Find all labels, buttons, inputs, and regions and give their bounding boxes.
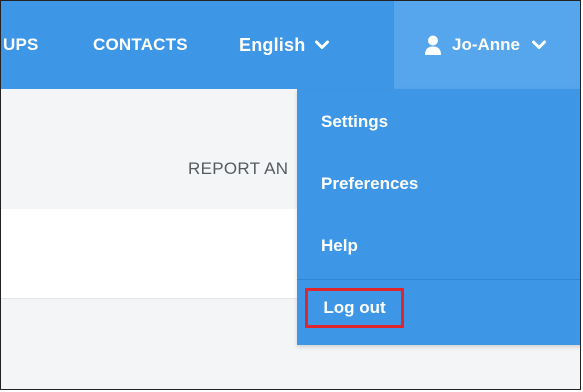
language-selector[interactable]: English bbox=[239, 1, 330, 89]
report-heading: REPORT AN bbox=[188, 159, 289, 178]
menu-divider bbox=[297, 279, 580, 280]
user-menu-toggle[interactable]: Jo-Anne bbox=[394, 1, 580, 89]
nav-contacts-label: CONTACTS bbox=[93, 35, 188, 54]
nav-groups-label: UPS bbox=[3, 35, 39, 54]
menu-item-logout[interactable]: Log out bbox=[305, 288, 404, 328]
app-window: UPS CONTACTS English Jo-Anne REPORT AN S… bbox=[0, 0, 581, 390]
menu-item-settings[interactable]: Settings bbox=[321, 112, 388, 132]
nav-contacts-link[interactable]: CONTACTS bbox=[93, 1, 188, 89]
language-label: English bbox=[239, 34, 306, 55]
user-icon bbox=[425, 35, 441, 55]
user-dropdown-menu: Settings Preferences Help Log out bbox=[297, 89, 580, 345]
chevron-down-icon bbox=[532, 40, 546, 49]
user-name-label: Jo-Anne bbox=[452, 35, 520, 54]
chevron-down-icon bbox=[315, 40, 330, 49]
menu-item-help[interactable]: Help bbox=[321, 236, 358, 256]
menu-item-preferences[interactable]: Preferences bbox=[321, 174, 418, 194]
top-navigation-bar: UPS CONTACTS English Jo-Anne bbox=[1, 1, 580, 89]
nav-groups-link[interactable]: UPS bbox=[3, 1, 39, 89]
